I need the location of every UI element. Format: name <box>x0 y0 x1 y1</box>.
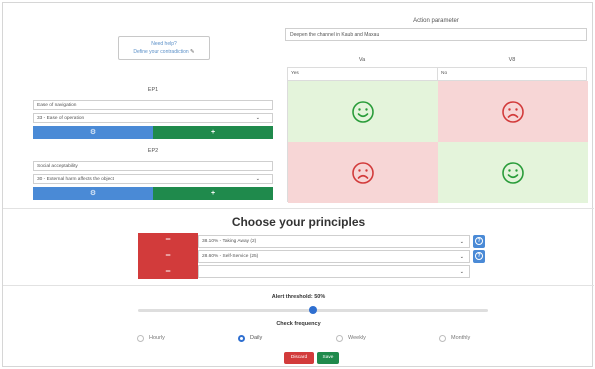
contradiction-matrix: Yes No <box>287 67 588 203</box>
section-divider <box>3 285 594 286</box>
question-icon: ? <box>475 237 483 245</box>
column-label-b: V8 <box>508 57 516 63</box>
ep1-button-row: ⚙ + <box>33 126 273 139</box>
row-header-yes: Yes <box>288 68 438 81</box>
ep1-parameter-field[interactable]: Ease of navigation <box>33 100 273 110</box>
ep1-add-button[interactable]: + <box>153 126 273 139</box>
frequency-radio-hourly[interactable]: Hourly <box>137 334 165 342</box>
matrix-cell-4 <box>438 142 588 203</box>
ep2-parameter-field[interactable]: Social acceptability <box>33 161 273 171</box>
matrix-cell-1 <box>288 81 438 142</box>
ep1-select-value: 33 - Ease of operation <box>37 116 85 121</box>
remove-principle-block: − − − <box>138 233 198 279</box>
ep2-button-row: ⚙ + <box>33 187 273 200</box>
frequency-radio-weekly[interactable]: Weekly <box>336 334 366 342</box>
action-parameter-title: Action parameter <box>413 18 459 24</box>
principle-select-1[interactable]: 38.10% - Taking Away (2) ⌄ <box>198 235 470 248</box>
chevron-down-icon: ⌄ <box>459 254 464 260</box>
radio-icon <box>336 334 343 342</box>
ep2-title: EP2 <box>147 148 159 154</box>
remove-principle-button-2[interactable]: − <box>138 251 198 260</box>
frequency-radio-monthly[interactable]: Monthly <box>439 334 470 342</box>
chevron-down-icon: ⌄ <box>255 115 260 121</box>
smiley-happy-icon <box>352 100 374 123</box>
smiley-sad-icon <box>352 161 374 184</box>
smiley-happy-icon <box>502 161 524 184</box>
smiley-sad-icon <box>502 100 524 123</box>
remove-principle-button-1[interactable]: − <box>138 235 198 244</box>
need-help-link[interactable]: Need help? <box>119 40 209 48</box>
question-icon: ? <box>475 252 483 260</box>
radio-selected-icon <box>238 334 245 342</box>
row-header-no: No <box>438 68 586 81</box>
ep2-config-button[interactable]: ⚙ <box>33 187 153 200</box>
check-frequency-label: Check frequency <box>276 321 321 327</box>
remove-principle-button-3[interactable]: − <box>138 267 198 276</box>
principle-select-2[interactable]: 28.60% - Self-Service (25) ⌄ <box>198 250 470 263</box>
define-contradiction-link[interactable]: Define your contradiction ✎ <box>119 48 209 56</box>
discard-button[interactable]: Discard <box>284 352 314 364</box>
matrix-cell-3 <box>288 142 438 203</box>
chevron-down-icon: ⌄ <box>255 176 260 182</box>
ep2-add-button[interactable]: + <box>153 187 273 200</box>
pencil-icon: ✎ <box>190 49 195 55</box>
principle-select-value: 38.10% - Taking Away (2) <box>202 239 257 244</box>
frequency-radio-daily[interactable]: Daily <box>238 334 262 342</box>
ep1-parameter-select[interactable]: 33 - Ease of operation ⌄ <box>33 113 273 123</box>
ep2-select-value: 30 - External harm affects the object <box>37 177 114 182</box>
app-frame: Need help? Define your contradiction ✎ E… <box>2 2 594 367</box>
ep1-title: EP1 <box>147 87 159 93</box>
radio-icon <box>137 334 144 342</box>
principle-select-3[interactable]: ⌄ <box>198 265 470 278</box>
column-label-a: Va <box>358 57 366 63</box>
chevron-down-icon: ⌄ <box>459 269 464 275</box>
matrix-cell-2 <box>438 81 588 142</box>
section-divider <box>3 208 594 209</box>
alert-threshold-handle[interactable] <box>309 306 317 314</box>
principle-info-button-2[interactable]: ? <box>473 250 485 263</box>
radio-icon <box>439 334 446 342</box>
ep2-parameter-select[interactable]: 30 - External harm affects the object ⌄ <box>33 174 273 184</box>
alert-threshold-label: Alert threshold: 50% <box>271 294 326 300</box>
save-button[interactable]: Save <box>317 352 339 364</box>
principle-info-button-1[interactable]: ? <box>473 235 485 248</box>
ep1-config-button[interactable]: ⚙ <box>33 126 153 139</box>
chevron-down-icon: ⌄ <box>459 239 464 245</box>
principle-select-value: 28.60% - Self-Service (25) <box>202 254 259 259</box>
help-box[interactable]: Need help? Define your contradiction ✎ <box>118 36 210 60</box>
action-parameter-input[interactable]: Deepen the channel in Kaub and Maxau <box>285 28 587 41</box>
principles-title: Choose your principles <box>231 215 366 229</box>
